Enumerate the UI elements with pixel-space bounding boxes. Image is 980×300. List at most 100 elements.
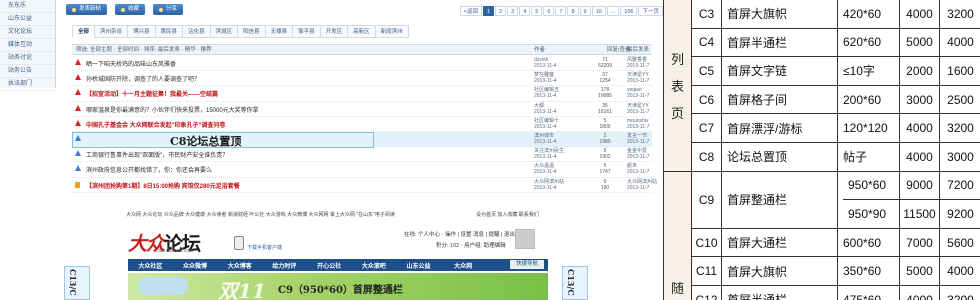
page-link[interactable]: 5 (531, 6, 543, 16)
nav-item[interactable]: 开心公社 (307, 261, 352, 270)
table-row[interactable]: 工商银行鲁事件出现"双面版"，市民财产安全谁负责？ 关注滨州民生 2013-11-4… (72, 147, 652, 163)
category-tab[interactable]: 阳信县 (237, 25, 265, 38)
user-bar[interactable]: 在线: 个人中心 · 操作 | 设置 消息 | 提醒 | 退出 (404, 230, 515, 238)
mobile-phone-icon[interactable] (234, 236, 244, 250)
thread-last-post[interactable]: yeqiao 2013-11-7 (627, 87, 649, 99)
category-tab[interactable]: 无棣县 (264, 25, 293, 38)
ad-row: C11 首屏大旗帜 350*60 5000 4000 (692, 257, 980, 286)
thread-author[interactable]: 大都 2013-11-4 (534, 103, 556, 115)
table-row[interactable]: C8论坛总置顶 滨州城市 2013-11-4 2 1980 发言一节 2013-11-7 (72, 131, 652, 149)
star-icon (121, 7, 126, 12)
avatar[interactable] (515, 229, 535, 249)
table-row[interactable]: 滨州政府信息公开都找错了，你：你还会再要么 大众温温 2013-11-4 5 1747 颜… (72, 162, 652, 178)
nav-item[interactable]: 大众网 (441, 261, 486, 270)
table-row[interactable]: 孙桥城国防开除，调查了的人要调查了吧？ 梦在雕塞 2013-11-4 37 1254 天津… (72, 71, 652, 87)
page-link[interactable]: 6 (543, 6, 555, 16)
page-next[interactable]: 下一页 (638, 6, 663, 16)
category-tab[interactable]: 新闻滨州 (374, 25, 409, 38)
sidebar-item[interactable]: 站务公告 (0, 65, 55, 78)
thread-title[interactable]: 中国孔子基金会 大众网联合发起"印象孔子"调查问卷 (86, 120, 225, 129)
sidebar-item[interactable]: 媒体互动 (0, 39, 55, 52)
thread-last-post[interactable]: 发言一节 2013-11-7 (627, 133, 649, 145)
page-prev[interactable]: <返回 (459, 6, 483, 16)
thread-title[interactable]: 孙桥城国防开除，调查了的人要调查了吧？ (86, 74, 200, 83)
category-tab[interactable]: 沾化县 (182, 25, 210, 38)
thread-title[interactable]: 【招宣活动】十一月主题征集！我最关——空结篇 (86, 89, 218, 98)
thread-last-post[interactable]: mounshiv 2013-11-7 (627, 118, 649, 130)
sidebar-item[interactable]: 执法部门 (0, 78, 55, 91)
page-link[interactable]: 1 (483, 6, 495, 16)
page-link[interactable]: 8 (567, 6, 579, 16)
page-link[interactable]: 7 (555, 6, 567, 16)
thread-author[interactable]: 大众网滨州站 2013-11-4 (534, 179, 564, 191)
page-link[interactable]: 9 (579, 6, 591, 16)
banner-overlay-text: 双11 (218, 279, 266, 300)
tab-all[interactable]: 全部 (72, 25, 95, 38)
mobile-download-link[interactable]: 下载手机客户端 (247, 244, 282, 251)
ad-banner-c9[interactable]: 双11 C9（950*60）首屏整通栏 (128, 273, 548, 300)
page-link[interactable]: 2 (495, 6, 507, 16)
sidebar-item[interactable]: 文化论坛 (0, 26, 55, 39)
page-link[interactable]: 106 (620, 6, 638, 16)
thread-author[interactable]: 梦在雕塞 2013-11-4 (534, 72, 556, 84)
thread-title[interactable]: 工商银行鲁事件出现"双面版"，市民财产安全谁负责？ (86, 150, 228, 159)
thread-author[interactable]: 滨州城市 2013-11-4 (534, 133, 556, 145)
sidebar-item[interactable]: 东东乐 (0, 0, 55, 13)
nav-item[interactable]: 大众社区 (128, 261, 173, 270)
thread-author[interactable]: 大众温温 2013-11-4 (534, 163, 556, 175)
thread-title[interactable]: 晒一下咱天桥鸡的品味山东风雅香 (86, 59, 176, 68)
thread-last-post[interactable]: 天津星YY 2013-11-7 (627, 103, 649, 115)
right-vertical-ad[interactable]: C13/C (562, 266, 588, 300)
thread-title[interactable]: 哪家温泉是你最满意的？小伙伴们快来投票，15000元大奖等你拿 (86, 105, 259, 114)
thread-title[interactable]: 滨州政府信息公开都找错了，你：你还会再要么 (86, 165, 212, 174)
thread-author[interactable]: 社区编辑五 2013-11-4 (534, 87, 559, 99)
sidebar-item[interactable]: 山东公益 (0, 13, 55, 26)
nav-item[interactable]: 给力时评 (262, 261, 307, 270)
left-vertical-ad[interactable]: C13/C (64, 266, 90, 300)
footer-right-links[interactable]: 设为首页 加入收藏 联系我们 (476, 211, 539, 218)
category-tab[interactable]: 博兴县 (127, 25, 155, 38)
ad-price-b-value: 4000 (947, 35, 974, 50)
nav-item[interactable]: 山东公益 (396, 261, 441, 270)
author-date: 2013-11-4 (534, 169, 557, 176)
filter-bar[interactable]: 筛选: 全部主题 · 全部时间 · 排序: 最后发表 · 精华 · 推荐 (76, 45, 212, 55)
nav-item[interactable]: 大众滚吧 (351, 261, 396, 270)
page-link[interactable]: 4 (519, 6, 531, 16)
page-link[interactable]: 10 (591, 6, 606, 16)
thread-last-post[interactable]: 风雅香香 2013-11-7 (627, 57, 649, 69)
footer-links[interactable]: 大众网 大众论坛 众众品牌 大众健康 大众读者 新浪财经 叶公社 大众游戏 大众… (126, 211, 395, 218)
post-button[interactable]: 发表新帖 (66, 4, 108, 15)
site-logo[interactable]: 大众论坛 club.dzwww.com (128, 227, 230, 255)
category-tab[interactable]: 滨州杂谈 (94, 25, 128, 38)
quick-nav-button[interactable]: 快捷导航 (509, 260, 544, 269)
thread-author[interactable]: dzvsth 2013-11-4 (534, 57, 556, 69)
table-row[interactable]: 【招宣活动】十一月主题征集！我最关——空结篇 社区编辑五 2013-11-4 178 1… (72, 86, 652, 102)
table-row[interactable]: 【滨州团抢购第1期】8日15:00抢购 宾馆仅280元足浴套餐 大众网滨州站 201… (72, 178, 657, 193)
thread-last-post[interactable]: 颜末 2013-11-7 (627, 163, 649, 175)
fav-button[interactable]: 收藏 (115, 4, 146, 15)
table-row[interactable]: 中国孔子基金会 大众网联合发起"印象孔子"调查问卷 社区编辑十 2013-11-4 5… (72, 117, 652, 132)
table-row[interactable]: 晒一下咱天桥鸡的品味山东风雅香 dzvsth 2013-11-4 71 62209 风雅香… (72, 56, 652, 72)
ad-price-a-value: 7000 (906, 235, 933, 250)
thread-last-post[interactable]: 天津星YY 2013-11-7 (627, 72, 649, 84)
thread-title[interactable]: 【滨州团抢购第1期】8日15:00抢购 宾馆仅280元足浴套餐 (86, 181, 240, 190)
thread-last-post[interactable]: 金金中爱 2013-11-7 (627, 148, 649, 160)
category-tab[interactable]: 滨城区 (209, 25, 238, 38)
up-arrow-icon (75, 59, 81, 65)
thread-author[interactable]: 社区编辑十 2013-11-4 (534, 118, 559, 130)
category-tab[interactable]: 高新区 (347, 25, 375, 38)
category-tab[interactable]: 开发区 (319, 25, 348, 38)
page-ellipsis: ... (606, 6, 620, 16)
thread-author[interactable]: 关注滨州民生 2013-11-4 (534, 148, 564, 160)
table-row[interactable]: 哪家温泉是你最满意的？小伙伴们快来投票，15000元大奖等你拿 大都 2013-11… (72, 102, 652, 117)
category-tabs: 全部 滨州杂谈 博兴县 惠民县 沾化县 滨城区 阳信县 无棣县 邹平县 开发区 … (72, 25, 409, 38)
nav-item[interactable]: 众众微博 (173, 261, 218, 270)
share-button[interactable]: 分享 (153, 4, 184, 15)
category-tab[interactable]: 惠民县 (154, 25, 183, 38)
ad-price-b-value: 3200 (947, 6, 974, 21)
category-tab[interactable]: 邹平县 (292, 25, 320, 38)
nav-item[interactable]: 大众博客 (217, 261, 262, 270)
page-link[interactable]: 3 (507, 6, 519, 16)
thread-last-post[interactable]: 大众网滨州站 2013-11-7 (627, 179, 657, 191)
sidebar-item[interactable]: 站务讨论 (0, 52, 55, 65)
